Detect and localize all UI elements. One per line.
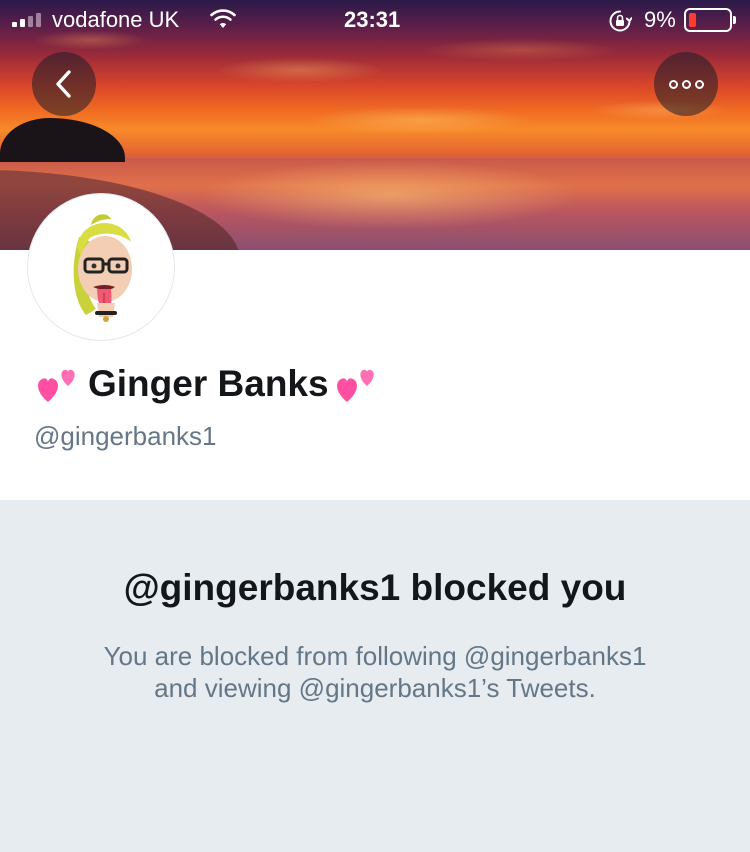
clock: 23:31 — [344, 7, 401, 32]
battery-percent: 9% — [644, 7, 676, 32]
more-options-button[interactable] — [654, 52, 718, 116]
blocked-title: @gingerbanks1 blocked you — [123, 567, 627, 608]
battery-icon — [684, 8, 736, 32]
blocked-description-line1: You are blocked from following @gingerba… — [103, 641, 647, 671]
avatar-cartoon-image — [73, 214, 132, 322]
back-button[interactable] — [32, 52, 96, 116]
display-name-row: Ginger Banks — [34, 362, 383, 406]
more-options-icon — [668, 79, 704, 89]
blocked-notice: @gingerbanks1 blocked you You are blocke… — [0, 500, 750, 852]
wifi-icon — [210, 9, 236, 28]
display-name: Ginger Banks — [88, 363, 329, 404]
signal-icon — [12, 13, 41, 27]
status-bar: vodafone UK 23:31 9% — [0, 0, 750, 40]
chevron-left-icon — [56, 70, 71, 98]
profile-handle: @gingerbanks1 — [34, 421, 217, 451]
avatar[interactable] — [28, 194, 174, 340]
blocked-description-line2: and viewing @gingerbanks1’s Tweets. — [154, 673, 596, 703]
battery-level — [689, 13, 696, 27]
two-hearts-emoji-icon — [336, 369, 374, 402]
banner-glare — [200, 160, 580, 230]
two-hearts-emoji-icon — [38, 369, 75, 402]
blocked-description: You are blocked from following @gingerba… — [60, 640, 690, 704]
orientation-lock-icon — [609, 10, 632, 32]
carrier-name: vodafone UK — [52, 7, 180, 32]
